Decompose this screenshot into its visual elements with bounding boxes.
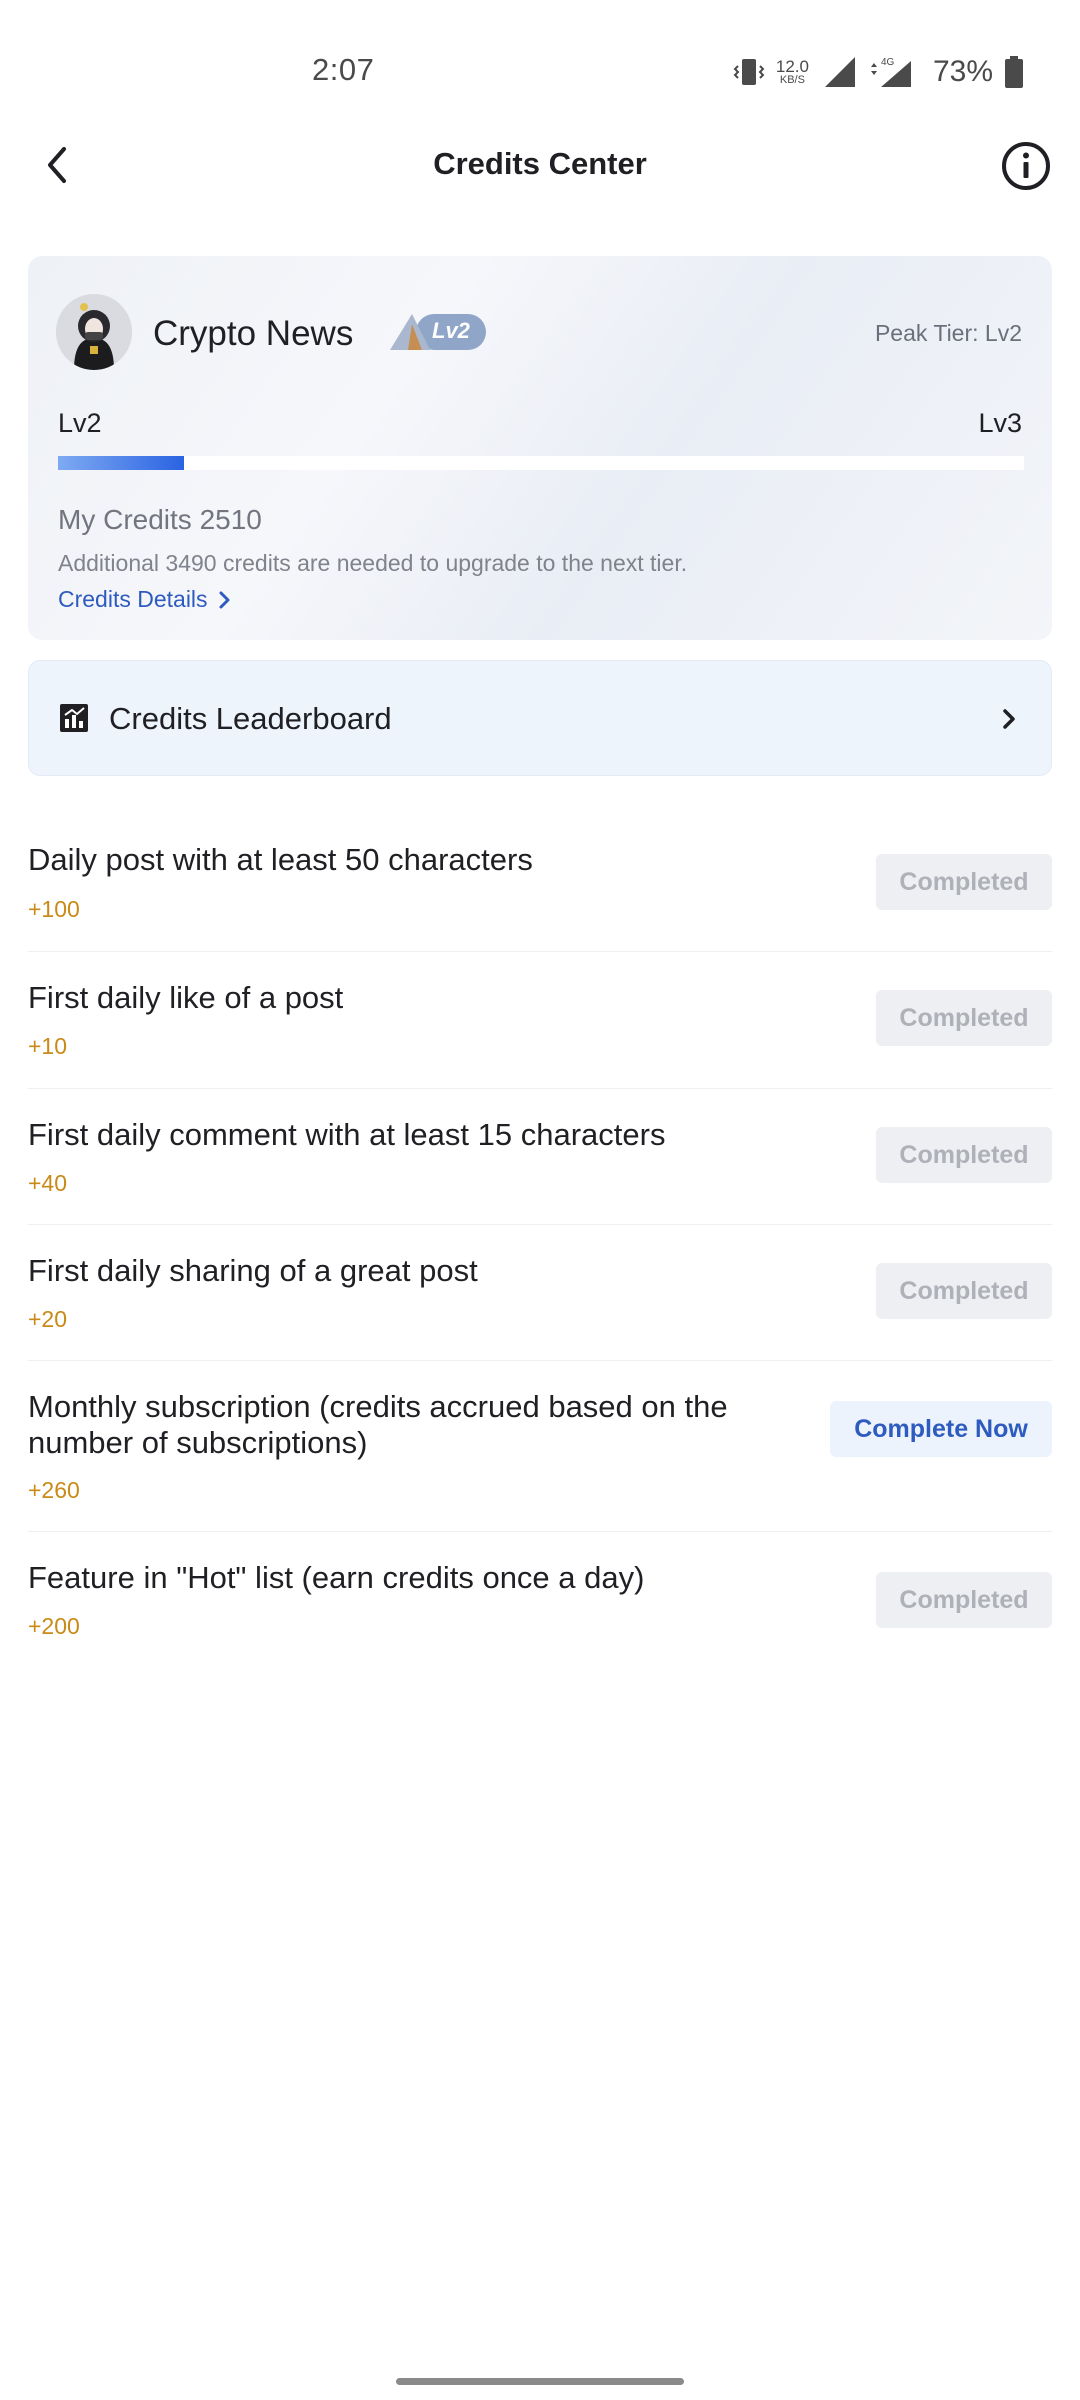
- task-list: Daily post with at least 50 characters +…: [28, 818, 1052, 1672]
- credits-leaderboard-row[interactable]: Credits Leaderboard: [28, 660, 1052, 776]
- task-row: Daily post with at least 50 characters +…: [28, 818, 1052, 952]
- task-points: +260: [28, 1477, 80, 1503]
- signal-icon: [824, 57, 855, 87]
- home-indicator[interactable]: [396, 2378, 684, 2385]
- username: Crypto News: [153, 314, 354, 353]
- peak-tier: Peak Tier: Lv2: [874, 320, 1022, 346]
- task-title: First daily sharing of a great post: [28, 1253, 478, 1288]
- info-button[interactable]: [1000, 140, 1052, 192]
- battery-percent: 73%: [932, 55, 993, 88]
- chevron-right-icon: [219, 591, 230, 608]
- task-points: +40: [28, 1170, 68, 1196]
- chevron-right-icon: [1003, 709, 1015, 729]
- credits-center-screen: 2:07 12.0 KB/S 4G 73% Credits Center Cry…: [0, 0, 1080, 2400]
- profile-card: Crypto News Lv2 Peak Tier: Lv2 Lv2 Lv3 M…: [28, 256, 1052, 640]
- task-row: First daily comment with at least 15 cha…: [28, 1089, 1052, 1225]
- credits-details-link[interactable]: Credits Details: [58, 586, 232, 613]
- task-points: +100: [28, 896, 80, 922]
- status-time: 2:07: [312, 52, 375, 87]
- my-credits: My Credits 2510: [58, 504, 262, 535]
- avatar[interactable]: [56, 294, 132, 370]
- task-completed-button[interactable]: Completed: [876, 990, 1052, 1046]
- page-title: Credits Center: [433, 146, 647, 181]
- task-row: First daily like of a post +10 Completed: [28, 952, 1052, 1089]
- task-completed-button[interactable]: Completed: [876, 1263, 1052, 1319]
- task-title: Monthly subscription (credits accrued ba…: [28, 1389, 728, 1460]
- task-points: +10: [28, 1033, 68, 1059]
- task-completed-button[interactable]: Completed: [876, 1572, 1052, 1628]
- credits-details-label: Credits Details: [58, 586, 208, 612]
- task-row: Feature in "Hot" list (earn credits once…: [28, 1532, 1052, 1672]
- header: Credits Center: [0, 120, 1080, 210]
- level-badge: Lv2: [386, 310, 488, 354]
- network-speed-unit: KB/S: [779, 74, 805, 86]
- network-speed-value: 12.0: [775, 57, 809, 76]
- leaderboard-label: Credits Leaderboard: [109, 701, 392, 736]
- status-icons: 12.0 KB/S 4G 73%: [732, 52, 1025, 92]
- network-speed: 12.0 KB/S: [776, 58, 809, 86]
- network-type-label: 4G: [881, 57, 895, 68]
- task-points: +200: [28, 1613, 80, 1639]
- task-points: +20: [28, 1306, 68, 1332]
- task-row: Monthly subscription (credits accrued ba…: [28, 1361, 1052, 1532]
- level-badge-label: Lv2: [432, 318, 470, 343]
- status-bar: 2:07 12.0 KB/S 4G 73%: [0, 0, 1080, 140]
- task-title: Feature in "Hot" list (earn credits once…: [28, 1560, 645, 1595]
- info-icon: [1002, 142, 1050, 190]
- task-title: First daily like of a post: [28, 980, 344, 1015]
- task-completed-button[interactable]: Completed: [876, 1127, 1052, 1183]
- complete-now-button[interactable]: Complete Now: [830, 1401, 1052, 1457]
- signal-4g-icon: 4G: [870, 57, 911, 87]
- avatar-image-icon: [56, 294, 132, 370]
- task-completed-button[interactable]: Completed: [876, 854, 1052, 910]
- battery-icon: [1005, 56, 1023, 88]
- task-row: First daily sharing of a great post +20 …: [28, 1225, 1052, 1361]
- credits-needed-text: Additional 3490 credits are needed to up…: [58, 550, 688, 576]
- next-level: Lv3: [978, 408, 1022, 438]
- leaderboard-chart-icon: [60, 704, 88, 732]
- task-title: Daily post with at least 50 characters: [28, 842, 533, 877]
- current-level: Lv2: [58, 408, 102, 438]
- task-title: First daily comment with at least 15 cha…: [28, 1117, 666, 1152]
- level-progress-fill: [58, 456, 184, 470]
- level-progress-bar: [58, 456, 1024, 470]
- vibrate-icon: [733, 59, 765, 85]
